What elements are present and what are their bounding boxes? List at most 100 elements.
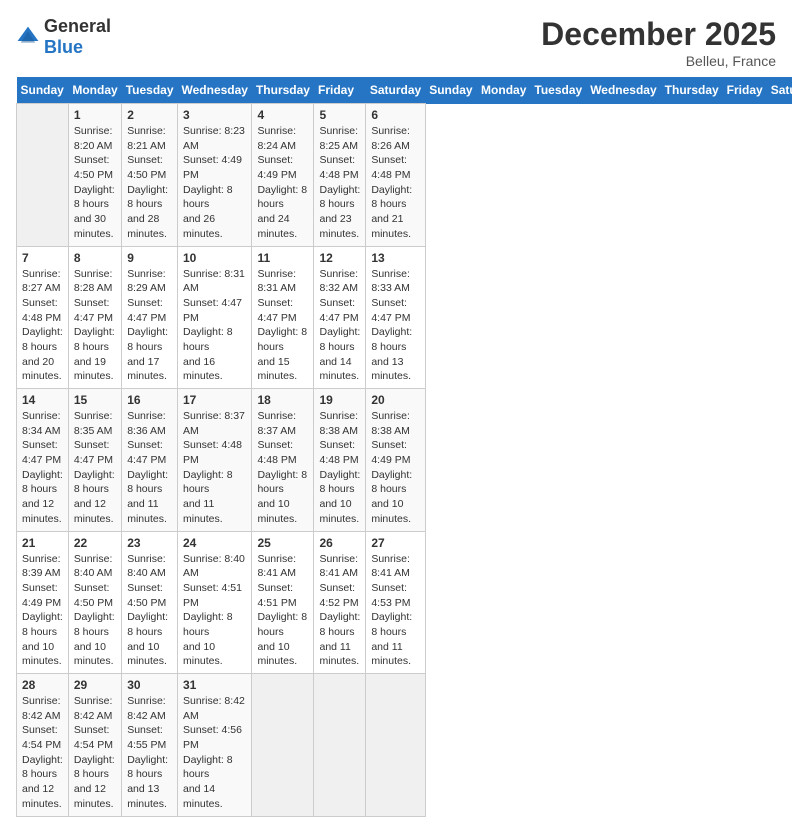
day-header-monday: Monday: [68, 77, 121, 104]
calendar-cell: 31 Sunrise: 8:42 AMSunset: 4:56 PMDayligh…: [178, 674, 252, 817]
day-info: Sunrise: 8:41 AMSunset: 4:52 PMDaylight:…: [319, 552, 360, 670]
calendar-cell: 6 Sunrise: 8:26 AMSunset: 4:48 PMDaylight…: [366, 104, 425, 247]
calendar-week-4: 21 Sunrise: 8:39 AMSunset: 4:49 PMDayligh…: [17, 531, 792, 674]
calendar-cell: 29 Sunrise: 8:42 AMSunset: 4:54 PMDayligh…: [68, 674, 121, 817]
calendar-cell: [366, 674, 425, 817]
day-info: Sunrise: 8:37 AMSunset: 4:48 PMDaylight:…: [257, 409, 308, 527]
day-info: Sunrise: 8:27 AMSunset: 4:48 PMDaylight:…: [22, 267, 63, 385]
calendar-cell: 2 Sunrise: 8:21 AMSunset: 4:50 PMDaylight…: [122, 104, 178, 247]
day-header-wednesday: Wednesday: [586, 77, 660, 104]
day-number: 9: [127, 251, 172, 265]
day-header-tuesday: Tuesday: [530, 77, 586, 104]
calendar-cell: 14Sunrise: 8:34 AMSunset: 4:47 PMDayligh…: [17, 389, 69, 532]
day-header-saturday: Saturday: [366, 77, 425, 104]
day-info: Sunrise: 8:26 AMSunset: 4:48 PMDaylight:…: [371, 124, 419, 242]
day-info: Sunrise: 8:29 AMSunset: 4:47 PMDaylight:…: [127, 267, 172, 385]
calendar-cell: [17, 104, 69, 247]
day-number: 18: [257, 393, 308, 407]
day-number: 8: [74, 251, 116, 265]
calendar-cell: 22Sunrise: 8:40 AMSunset: 4:50 PMDayligh…: [68, 531, 121, 674]
day-number: 21: [22, 536, 63, 550]
calendar-cell: 28Sunrise: 8:42 AMSunset: 4:54 PMDayligh…: [17, 674, 69, 817]
calendar-cell: 27 Sunrise: 8:41 AMSunset: 4:53 PMDayligh…: [366, 531, 425, 674]
calendar-week-5: 28Sunrise: 8:42 AMSunset: 4:54 PMDayligh…: [17, 674, 792, 817]
calendar-cell: 5Sunrise: 8:25 AMSunset: 4:48 PMDaylight…: [314, 104, 366, 247]
day-number: 19: [319, 393, 360, 407]
day-number: 16: [127, 393, 172, 407]
day-number: 24: [183, 536, 246, 550]
day-number: 13: [371, 251, 419, 265]
logo-general-text: General Blue: [44, 16, 111, 58]
day-info: Sunrise: 8:41 AMSunset: 4:51 PMDaylight:…: [257, 552, 308, 670]
day-header-thursday: Thursday: [252, 77, 314, 104]
day-info: Sunrise: 8:21 AMSunset: 4:50 PMDaylight:…: [127, 124, 172, 242]
day-info: Sunrise: 8:40 AMSunset: 4:51 PMDaylight:…: [183, 552, 246, 670]
title-block: December 2025 Belleu, France: [541, 16, 776, 69]
month-title: December 2025: [541, 16, 776, 53]
day-header-thursday: Thursday: [661, 77, 723, 104]
day-number: 25: [257, 536, 308, 550]
day-number: 4: [257, 108, 308, 122]
day-number: 6: [371, 108, 419, 122]
day-number: 1: [74, 108, 116, 122]
day-number: 12: [319, 251, 360, 265]
day-number: 11: [257, 251, 308, 265]
day-number: 20: [371, 393, 419, 407]
calendar-cell: 1 Sunrise: 8:20 AMSunset: 4:50 PMDaylight…: [68, 104, 121, 247]
day-number: 2: [127, 108, 172, 122]
day-info: Sunrise: 8:36 AMSunset: 4:47 PMDaylight:…: [127, 409, 172, 527]
calendar-cell: 12 Sunrise: 8:32 AMSunset: 4:47 PMDayligh…: [314, 246, 366, 389]
calendar-week-1: 1 Sunrise: 8:20 AMSunset: 4:50 PMDaylight…: [17, 104, 792, 247]
day-info: Sunrise: 8:33 AMSunset: 4:47 PMDaylight:…: [371, 267, 419, 385]
day-number: 15: [74, 393, 116, 407]
day-number: 14: [22, 393, 63, 407]
calendar-cell: 4 Sunrise: 8:24 AMSunset: 4:49 PMDaylight…: [252, 104, 314, 247]
calendar-cell: 19 Sunrise: 8:38 AMSunset: 4:48 PMDayligh…: [314, 389, 366, 532]
day-number: 5: [319, 108, 360, 122]
calendar-cell: [314, 674, 366, 817]
day-info: Sunrise: 8:38 AMSunset: 4:48 PMDaylight:…: [319, 409, 360, 527]
day-header-monday: Monday: [477, 77, 530, 104]
calendar-cell: 7 Sunrise: 8:27 AMSunset: 4:48 PMDaylight…: [17, 246, 69, 389]
calendar-cell: 25 Sunrise: 8:41 AMSunset: 4:51 PMDayligh…: [252, 531, 314, 674]
day-info: Sunrise: 8:24 AMSunset: 4:49 PMDaylight:…: [257, 124, 308, 242]
day-header-sunday: Sunday: [425, 77, 477, 104]
day-info: Sunrise: 8:28 AMSunset: 4:47 PMDaylight:…: [74, 267, 116, 385]
day-number: 10: [183, 251, 246, 265]
day-info: Sunrise: 8:32 AMSunset: 4:47 PMDaylight:…: [319, 267, 360, 385]
day-number: 31: [183, 678, 246, 692]
day-info: Sunrise: 8:42 AMSunset: 4:56 PMDaylight:…: [183, 694, 246, 812]
calendar-cell: 24 Sunrise: 8:40 AMSunset: 4:51 PMDayligh…: [178, 531, 252, 674]
logo-icon: [16, 25, 40, 49]
day-header-wednesday: Wednesday: [178, 77, 252, 104]
calendar-cell: 17Sunrise: 8:37 AMSunset: 4:48 PMDayligh…: [178, 389, 252, 532]
day-info: Sunrise: 8:38 AMSunset: 4:49 PMDaylight:…: [371, 409, 419, 527]
calendar-cell: 3Sunrise: 8:23 AMSunset: 4:49 PMDaylight…: [178, 104, 252, 247]
day-info: Sunrise: 8:39 AMSunset: 4:49 PMDaylight:…: [22, 552, 63, 670]
page-header: General Blue December 2025 Belleu, Franc…: [16, 16, 776, 69]
calendar-week-2: 7 Sunrise: 8:27 AMSunset: 4:48 PMDaylight…: [17, 246, 792, 389]
day-number: 27: [371, 536, 419, 550]
day-number: 22: [74, 536, 116, 550]
day-number: 7: [22, 251, 63, 265]
day-number: 23: [127, 536, 172, 550]
day-info: Sunrise: 8:31 AMSunset: 4:47 PMDaylight:…: [183, 267, 246, 385]
day-number: 30: [127, 678, 172, 692]
day-number: 26: [319, 536, 360, 550]
day-header-tuesday: Tuesday: [122, 77, 178, 104]
day-info: Sunrise: 8:37 AMSunset: 4:48 PMDaylight:…: [183, 409, 246, 527]
day-header-friday: Friday: [723, 77, 767, 104]
logo: General Blue: [16, 16, 111, 58]
day-info: Sunrise: 8:35 AMSunset: 4:47 PMDaylight:…: [74, 409, 116, 527]
calendar-cell: 30Sunrise: 8:42 AMSunset: 4:55 PMDayligh…: [122, 674, 178, 817]
day-info: Sunrise: 8:23 AMSunset: 4:49 PMDaylight:…: [183, 124, 246, 242]
calendar-cell: 13 Sunrise: 8:33 AMSunset: 4:47 PMDayligh…: [366, 246, 425, 389]
day-info: Sunrise: 8:42 AMSunset: 4:54 PMDaylight:…: [74, 694, 116, 812]
calendar-cell: 18 Sunrise: 8:37 AMSunset: 4:48 PMDayligh…: [252, 389, 314, 532]
calendar-week-3: 14Sunrise: 8:34 AMSunset: 4:47 PMDayligh…: [17, 389, 792, 532]
day-info: Sunrise: 8:20 AMSunset: 4:50 PMDaylight:…: [74, 124, 116, 242]
day-info: Sunrise: 8:41 AMSunset: 4:53 PMDaylight:…: [371, 552, 419, 670]
day-number: 29: [74, 678, 116, 692]
day-header-friday: Friday: [314, 77, 366, 104]
calendar-cell: 8 Sunrise: 8:28 AMSunset: 4:47 PMDaylight…: [68, 246, 121, 389]
